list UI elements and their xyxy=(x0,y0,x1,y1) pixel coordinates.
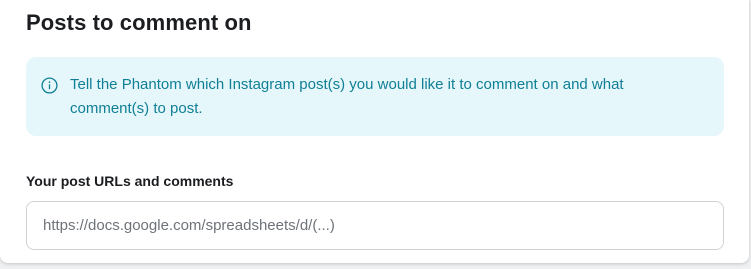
post-urls-label: Your post URLs and comments xyxy=(26,173,234,189)
post-urls-input[interactable] xyxy=(26,201,724,250)
section-title: Posts to comment on xyxy=(26,10,252,35)
info-circle-icon xyxy=(41,77,58,94)
info-callout: Tell the Phantom which Instagram post(s)… xyxy=(26,57,724,136)
posts-to-comment-card: Posts to comment on Tell the Phantom whi… xyxy=(0,0,749,263)
info-callout-text: Tell the Phantom which Instagram post(s)… xyxy=(70,76,624,117)
